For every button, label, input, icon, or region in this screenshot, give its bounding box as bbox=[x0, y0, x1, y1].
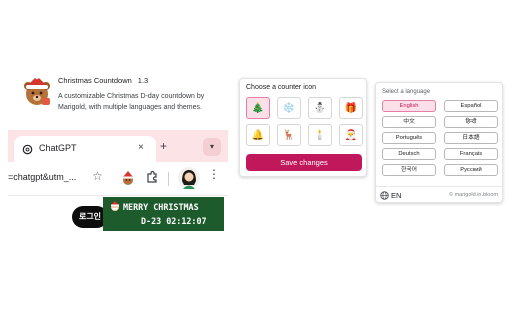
christmas-tree-icon: 🎄 bbox=[251, 102, 265, 114]
icon-grid: 🎄 ❄️ ⛄ 🎁 🔔 🦌 🕯️ 🎅 bbox=[246, 97, 364, 146]
browser-window: ChatGPT × + ▾ =chatgpt&utm_... ☆ ⋮ bbox=[8, 130, 228, 196]
new-tab-icon[interactable]: + bbox=[160, 139, 167, 153]
tab-chatgpt[interactable]: ChatGPT × bbox=[14, 136, 156, 162]
icon-option-bell[interactable]: 🔔 bbox=[246, 124, 270, 146]
icon-picker-popup: Choose a counter icon 🎄 ❄️ ⛄ 🎁 🔔 🦌 🕯️ 🎅 … bbox=[239, 78, 367, 177]
icon-option-snowman[interactable]: ⛄ bbox=[308, 97, 332, 119]
language-grid: English Español 中文 हिन्दी Português 日本語 … bbox=[382, 100, 498, 176]
browser-toolbar: =chatgpt&utm_... ☆ ⋮ bbox=[8, 162, 228, 196]
countdown-tooltip: MERRY CHRISTMAS D-23 02:12:07 bbox=[103, 197, 224, 231]
save-changes-button[interactable]: Save changes bbox=[246, 154, 362, 171]
language-option-portuguese[interactable]: Português bbox=[382, 132, 436, 144]
candle-icon: 🕯️ bbox=[313, 129, 327, 141]
toolbar-separator bbox=[168, 172, 169, 186]
bear-santa-logo-icon bbox=[24, 74, 50, 105]
language-option-japanese[interactable]: 日本語 bbox=[444, 132, 498, 144]
snowman-icon: ⛄ bbox=[313, 102, 327, 114]
extension-text: Christmas Countdown 1.3 A customizable C… bbox=[58, 76, 233, 113]
extension-name: Christmas Countdown bbox=[58, 76, 132, 85]
icon-option-reindeer[interactable]: 🦌 bbox=[277, 124, 301, 146]
icon-option-gift[interactable]: 🎁 bbox=[339, 97, 363, 119]
browser-menu-icon[interactable]: ⋮ bbox=[208, 168, 220, 180]
language-option-hindi[interactable]: हिन्दी bbox=[444, 116, 498, 128]
christmas-countdown-extension-icon[interactable] bbox=[120, 170, 136, 186]
close-tab-icon[interactable]: × bbox=[138, 142, 144, 153]
language-option-spanish[interactable]: Español bbox=[444, 100, 498, 112]
bell-icon: 🔔 bbox=[251, 129, 265, 141]
language-option-russian[interactable]: Русский bbox=[444, 164, 498, 176]
extension-description: A customizable Christmas D-day countdown… bbox=[58, 93, 205, 111]
language-option-chinese[interactable]: 中文 bbox=[382, 116, 436, 128]
profile-avatar[interactable] bbox=[178, 167, 200, 189]
language-footer: EN © marigold.in.bloom bbox=[376, 186, 502, 204]
language-option-french[interactable]: Français bbox=[444, 148, 498, 160]
bookmark-star-icon[interactable]: ☆ bbox=[92, 169, 103, 183]
reindeer-icon: 🦌 bbox=[282, 129, 296, 141]
language-option-korean[interactable]: 한국어 bbox=[382, 164, 436, 176]
countdown-timer: D-23 02:12:07 bbox=[141, 216, 207, 226]
extension-version: 1.3 bbox=[137, 76, 149, 85]
tab-search-dropdown-icon[interactable]: ▾ bbox=[203, 138, 221, 156]
santa-icon: 🎅 bbox=[344, 129, 358, 141]
icon-option-candle[interactable]: 🕯️ bbox=[308, 124, 332, 146]
language-option-english[interactable]: English bbox=[382, 100, 436, 112]
icon-option-snowflake[interactable]: ❄️ bbox=[277, 97, 301, 119]
santa-face-icon bbox=[111, 201, 119, 211]
openai-logo-icon bbox=[22, 144, 33, 155]
tab-title: ChatGPT bbox=[39, 143, 77, 153]
icon-picker-title: Choose a counter icon bbox=[246, 84, 317, 91]
extensions-puzzle-icon[interactable] bbox=[145, 170, 159, 184]
current-language-code[interactable]: EN bbox=[391, 191, 401, 200]
globe-icon[interactable] bbox=[380, 191, 389, 200]
extension-info: Christmas Countdown 1.3 A customizable C… bbox=[20, 74, 230, 114]
copyright-text: © marigold.in.bloom bbox=[449, 192, 498, 198]
language-option-german[interactable]: Deutsch bbox=[382, 148, 436, 160]
extension-title: Christmas Countdown 1.3 bbox=[58, 76, 233, 85]
address-bar-url[interactable]: =chatgpt&utm_... bbox=[8, 172, 76, 182]
tab-strip: ChatGPT × + ▾ bbox=[8, 130, 228, 162]
snowflake-icon: ❄️ bbox=[282, 102, 296, 114]
icon-option-christmas-tree[interactable]: 🎄 bbox=[246, 97, 270, 119]
language-picker-title: Select a language bbox=[382, 89, 431, 95]
gift-icon: 🎁 bbox=[344, 102, 358, 114]
language-picker-popup: Select a language English Español 中文 हिन… bbox=[375, 82, 503, 203]
countdown-greeting: MERRY CHRISTMAS bbox=[123, 202, 199, 212]
icon-option-santa[interactable]: 🎅 bbox=[339, 124, 363, 146]
